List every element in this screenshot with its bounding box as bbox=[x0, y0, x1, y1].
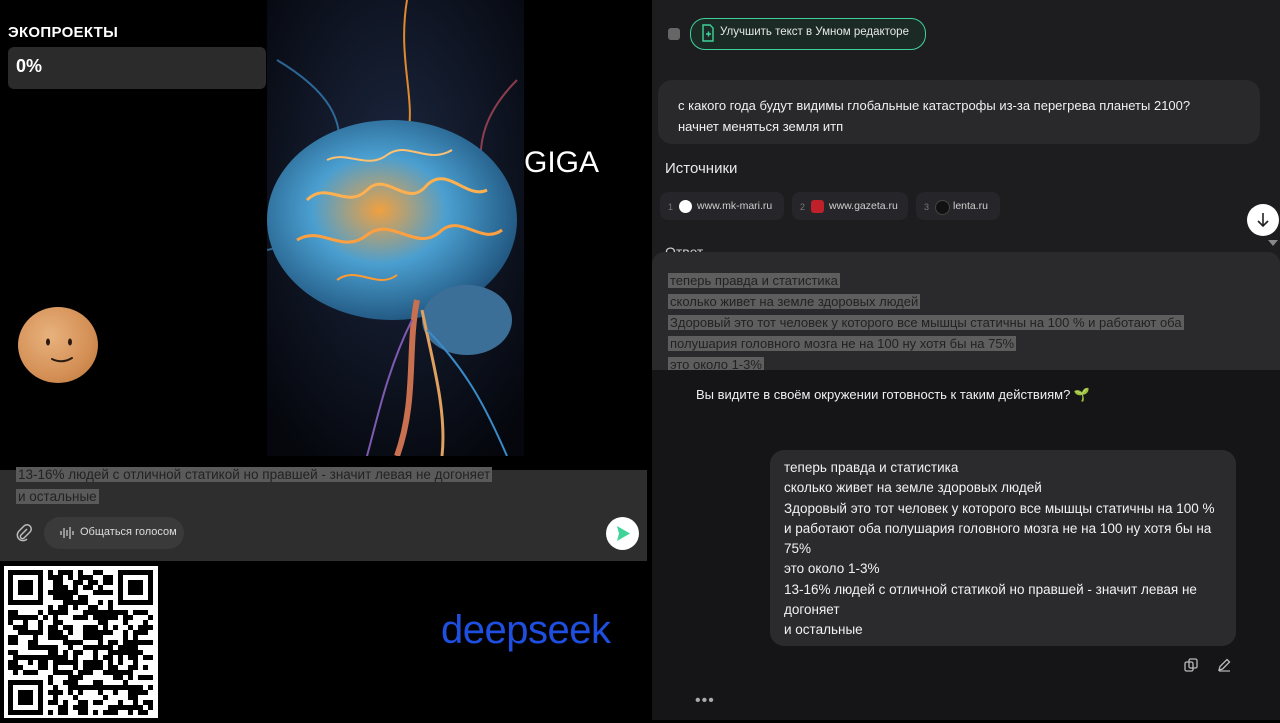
avatar bbox=[18, 307, 98, 383]
question-line: с какого года будут видимы глобальные ка… bbox=[678, 98, 1191, 113]
improve-text-label: Улучшить текст в Умном редакторе bbox=[720, 26, 909, 38]
source-number: 3 bbox=[924, 202, 930, 212]
edit-document-icon bbox=[700, 24, 716, 47]
question-line: начнет меняться земля итп bbox=[678, 119, 844, 134]
overlay-text: теперь правда и статистика сколько живет… bbox=[668, 270, 1184, 370]
overlay-line: теперь правда и статистика bbox=[668, 273, 840, 288]
edit-pencil-icon[interactable] bbox=[1217, 658, 1231, 677]
voice-chat-label: Общаться голосом bbox=[80, 526, 177, 538]
smiley-face-icon bbox=[46, 338, 73, 363]
arrow-down-icon bbox=[1257, 213, 1269, 228]
overlay-line: это около 1-3% bbox=[668, 357, 764, 370]
typing-indicator: ••• bbox=[695, 692, 715, 709]
voice-wave-icon bbox=[59, 525, 75, 546]
giga-label: GIGA bbox=[524, 146, 600, 179]
overlay-line: Здоровый это тот человек у которого все … bbox=[668, 315, 1184, 330]
eco-projects-title: ЭКОПРОЕКТЫ bbox=[8, 24, 119, 41]
message-line: Здоровый это тот человек у которого все … bbox=[784, 500, 1215, 516]
paperclip-icon[interactable] bbox=[16, 524, 32, 547]
chat-panel-top: Улучшить текст в Умном редакторе с каког… bbox=[652, 0, 1280, 370]
message-line: это около 1-3% bbox=[784, 561, 880, 577]
input-text-line: и остальные bbox=[16, 489, 99, 504]
message-line: и остальные bbox=[784, 622, 863, 638]
source-label: www.mk-mari.ru bbox=[697, 200, 773, 212]
mk-mari-logo-icon bbox=[679, 200, 692, 213]
scrollbar-arrow-icon[interactable] bbox=[1268, 240, 1278, 246]
user-question-text: с какого года будут видимы глобальные ка… bbox=[678, 95, 1190, 137]
message-line: 75% bbox=[784, 541, 812, 557]
brain-illustration bbox=[267, 0, 524, 456]
source-number: 1 bbox=[668, 202, 674, 212]
message-line: 13-16% людей с отличной статикой но прав… bbox=[784, 581, 1197, 597]
chat-panel-bottom: Вы видите в своём окружении готовность к… bbox=[652, 370, 1280, 720]
eco-progress-bar bbox=[8, 47, 266, 89]
send-button[interactable] bbox=[606, 517, 639, 550]
message-line: и работают оба полушария головного мозга… bbox=[784, 520, 1212, 536]
source-label: www.gazeta.ru bbox=[829, 200, 898, 212]
sources-title: Источники bbox=[665, 160, 738, 177]
overlay-line: полушария головного мозга не на 100 ну х… bbox=[668, 336, 1017, 351]
input-text-line: 13-16% людей с отличной статикой но прав… bbox=[16, 467, 493, 482]
copy-icon[interactable] bbox=[1184, 658, 1198, 677]
bot-question: Вы видите в своём окружении готовность к… bbox=[696, 387, 1091, 402]
eco-progress-percent: 0% bbox=[16, 56, 43, 76]
send-arrow-icon bbox=[617, 526, 630, 541]
source-number: 2 bbox=[800, 202, 806, 212]
scroll-down-button[interactable] bbox=[1247, 204, 1279, 236]
qr-code bbox=[4, 566, 158, 718]
message-line: сколько живет на земле здоровых людей bbox=[784, 480, 1042, 496]
lenta-logo-icon bbox=[935, 200, 950, 215]
overlay-line: сколько живет на земле здоровых людей bbox=[668, 294, 921, 309]
user-message-text: теперь правда и статистика сколько живет… bbox=[784, 458, 1215, 641]
message-line: догоняет bbox=[784, 602, 840, 618]
brain-image bbox=[267, 0, 524, 456]
message-line: теперь правда и статистика bbox=[784, 460, 959, 475]
source-label: lenta.ru bbox=[953, 200, 989, 212]
stop-icon[interactable] bbox=[668, 28, 680, 40]
deepseek-label: deepseek bbox=[441, 608, 611, 652]
gazeta-logo-icon bbox=[811, 200, 824, 213]
